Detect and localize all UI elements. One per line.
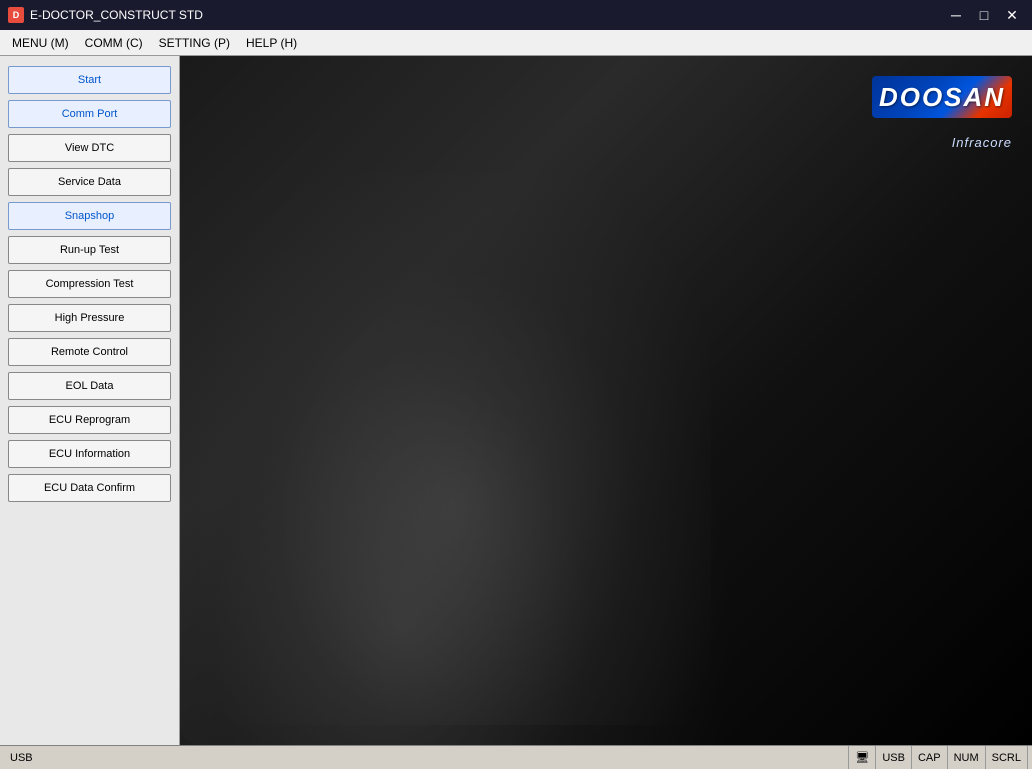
status-left: USB (4, 746, 849, 769)
btn-ecu-information[interactable]: ECU Information (8, 440, 171, 468)
usb-label: USB (10, 752, 33, 764)
btn-run-up-test[interactable]: Run-up Test (8, 236, 171, 264)
usb-indicator-label: USB (882, 752, 905, 764)
menu-item-comm[interactable]: COMM (C) (77, 33, 151, 53)
scrl-label: SCRL (992, 752, 1021, 764)
status-cap: CAP (912, 746, 948, 769)
engine-detail (200, 174, 711, 725)
close-button[interactable]: ✕ (1000, 5, 1024, 25)
app-icon: D (8, 7, 24, 23)
btn-compression-test[interactable]: Compression Test (8, 270, 171, 298)
btn-view-dtc[interactable]: View DTC (8, 134, 171, 162)
btn-service-data[interactable]: Service Data (8, 168, 171, 196)
maximize-button[interactable]: □ (972, 5, 996, 25)
main-container: Start Comm Port View DTC Service Data Sn… (0, 56, 1032, 745)
infracore-text: Infracore (952, 135, 1012, 150)
status-monitor: 🖥 (849, 746, 876, 769)
status-scrl: SCRL (986, 746, 1028, 769)
logo-box: DOOSAN (872, 76, 1012, 118)
menu-item-setting[interactable]: SETTING (P) (151, 33, 238, 53)
status-bar: USB 🖥 USB CAP NUM SCRL (0, 745, 1032, 769)
window-title: E-DOCTOR_CONSTRUCT STD (30, 8, 203, 22)
menu-bar: MENU (M) COMM (C) SETTING (P) HELP (H) (0, 30, 1032, 56)
cap-label: CAP (918, 752, 941, 764)
doosan-logo: DOOSAN (872, 76, 1012, 131)
monitor-icon: 🖥 (855, 751, 869, 764)
sidebar: Start Comm Port View DTC Service Data Sn… (0, 56, 180, 745)
btn-remote-control[interactable]: Remote Control (8, 338, 171, 366)
num-label: NUM (954, 752, 979, 764)
btn-start[interactable]: Start (8, 66, 171, 94)
status-usb-indicator: USB (876, 746, 912, 769)
menu-item-help[interactable]: HELP (H) (238, 33, 305, 53)
btn-ecu-data-confirm[interactable]: ECU Data Confirm (8, 474, 171, 502)
minimize-button[interactable]: ─ (944, 5, 968, 25)
window-controls: ─ □ ✕ (944, 5, 1024, 25)
btn-high-pressure[interactable]: High Pressure (8, 304, 171, 332)
logo-text: DOOSAN (879, 82, 1005, 113)
status-num: NUM (948, 746, 986, 769)
menu-item-menu[interactable]: MENU (M) (4, 33, 77, 53)
btn-snapshop[interactable]: Snapshop (8, 202, 171, 230)
btn-ecu-reprogram[interactable]: ECU Reprogram (8, 406, 171, 434)
logo-area: DOOSAN Infracore (872, 76, 1012, 150)
title-bar-left: D E-DOCTOR_CONSTRUCT STD (8, 7, 203, 23)
title-bar: D E-DOCTOR_CONSTRUCT STD ─ □ ✕ (0, 0, 1032, 30)
btn-eol-data[interactable]: EOL Data (8, 372, 171, 400)
btn-comm-port[interactable]: Comm Port (8, 100, 171, 128)
content-area: DOOSAN Infracore (180, 56, 1032, 745)
